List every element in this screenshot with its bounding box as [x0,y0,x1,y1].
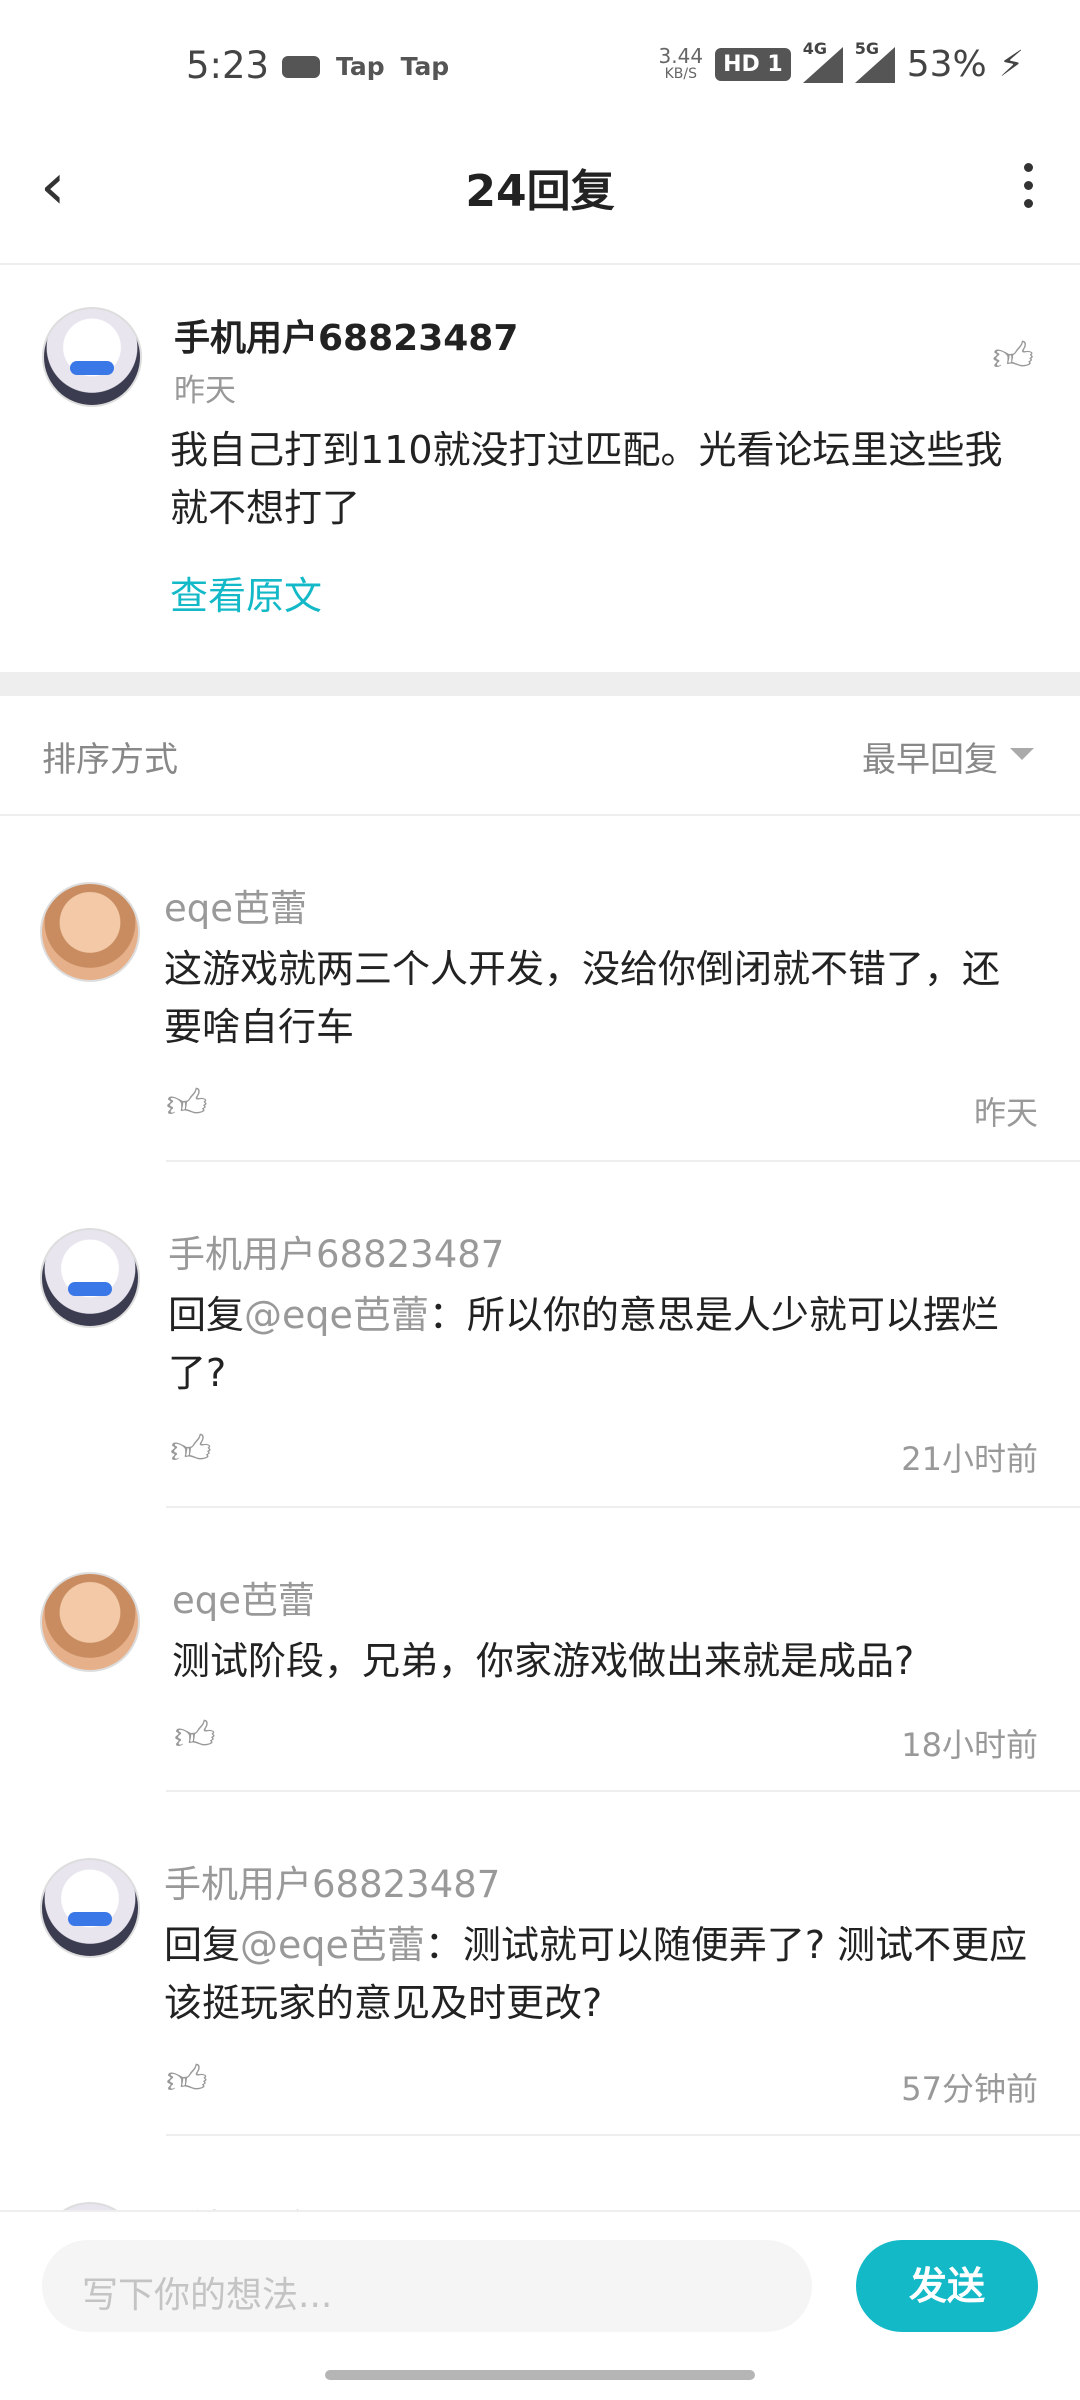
reply-text: 测试阶段，兄弟，你家游戏做出来就是成品? [172,1639,915,1683]
avatar[interactable] [40,882,140,982]
status-indicators: 3.44 KB/S HD 1 4G 5G 53% ⚡ [658,39,1024,86]
status-notifications: Tap Tap [282,52,449,81]
battery-percent: 53% [906,44,987,85]
reply-author[interactable]: 手机用户68823487 [168,2198,504,2210]
reply-item: 手机用户68823487 回复@eqe芭蕾：测试就可以随便弄了? 测试不更应该挺… [0,1792,1080,2136]
tap-app-icon: Tap [336,52,385,81]
reply-author[interactable]: 手机用户68823487 [164,1854,500,1908]
home-indicator[interactable] [325,2370,755,2380]
like-icon[interactable]: 👍︎ [170,1426,212,1474]
avatar[interactable] [40,1858,140,1958]
reply-item: eqe芭蕾 这游戏就两三个人开发，没给你倒闭就不错了，还要啥自行车 👍︎ 昨天 [0,816,1080,1162]
like-icon[interactable]: 👍︎ [174,1712,216,1760]
app-header: ‹ 24回复 [0,135,1080,265]
signal-4g-icon: 4G [802,39,843,83]
reply-text: 回复@eqe芭蕾：所以你的意思是人少就可以摆烂了? [168,1293,999,1395]
mention-link[interactable]: @eqe芭蕾 [244,1293,429,1337]
reply-author[interactable]: eqe芭蕾 [172,1570,315,1624]
mention-link[interactable]: @eqe芭蕾 [240,1923,425,1967]
signal-5g-icon: 5G [854,39,895,83]
reply-time: 18小时前 [901,1726,1038,1764]
hd-badge: HD 1 [715,48,791,81]
sort-bar: 排序方式 最早回复 [0,696,1080,816]
comment-input[interactable]: 写下你的想法... [42,2240,812,2332]
reply-item: eqe芭蕾 测试阶段，兄弟，你家游戏做出来就是成品? 👍︎ 18小时前 [0,1508,1080,1792]
section-divider [0,672,1080,696]
like-icon[interactable]: 👍︎ [166,1080,208,1128]
avatar[interactable] [42,307,142,407]
reply-time: 57分钟前 [901,2070,1038,2108]
sort-dropdown[interactable]: 最早回复 [862,732,998,781]
like-icon[interactable]: 👍︎ [992,333,1034,381]
reply-text: 回复@eqe芭蕾：测试就可以随便弄了? 测试不更应该挺玩家的意见及时更改? [164,1923,1028,2025]
reply-author[interactable]: eqe芭蕾 [164,878,307,932]
like-icon[interactable]: 👍︎ [166,2056,208,2104]
sort-label: 排序方式 [42,740,178,780]
net-speed: 3.44 KB/S [658,43,704,82]
post-author[interactable]: 手机用户68823487 [174,309,518,361]
avatar[interactable] [40,1572,140,1672]
reply-author[interactable]: 手机用户68823487 [168,1224,504,1278]
reply-item: 手机用户68823487 回复@eqe芭蕾：所以你的意思是人少就可以摆烂了? 👍… [0,1162,1080,1508]
post-time: 昨天 [174,373,236,409]
view-original-link[interactable]: 查看原文 [170,565,322,620]
caret-down-icon[interactable] [1010,748,1034,760]
more-options-icon[interactable] [1016,163,1040,217]
reply-text: 这游戏就两三个人开发，没给你倒闭就不错了，还要啥自行车 [164,947,1001,1049]
reply-time: 昨天 [973,1094,1038,1132]
reply-time: 21小时前 [901,1440,1038,1478]
avatar[interactable] [40,1228,140,1328]
status-time: 5:23 [186,44,270,87]
gamepad-icon [282,55,320,78]
main-post: 手机用户68823487 昨天 👍︎ 我自己打到110就没打过匹配。光看论坛里这… [0,265,1080,671]
status-bar: 5:23 Tap Tap 3.44 KB/S HD 1 4G 5G 53% ⚡ [0,0,1080,135]
reply-item: 手机用户68823487 [0,2136,1080,2210]
page-title: 24回复 [465,166,615,217]
tap-app-icon: Tap [400,52,450,81]
charging-icon: ⚡ [998,44,1024,85]
comment-input-bar: 写下你的想法... 发送 [0,2210,1080,2362]
avatar[interactable] [40,2202,140,2210]
post-content: 我自己打到110就没打过匹配。光看论坛里这些我就不想打了 [170,428,1003,530]
send-button[interactable]: 发送 [856,2240,1038,2332]
